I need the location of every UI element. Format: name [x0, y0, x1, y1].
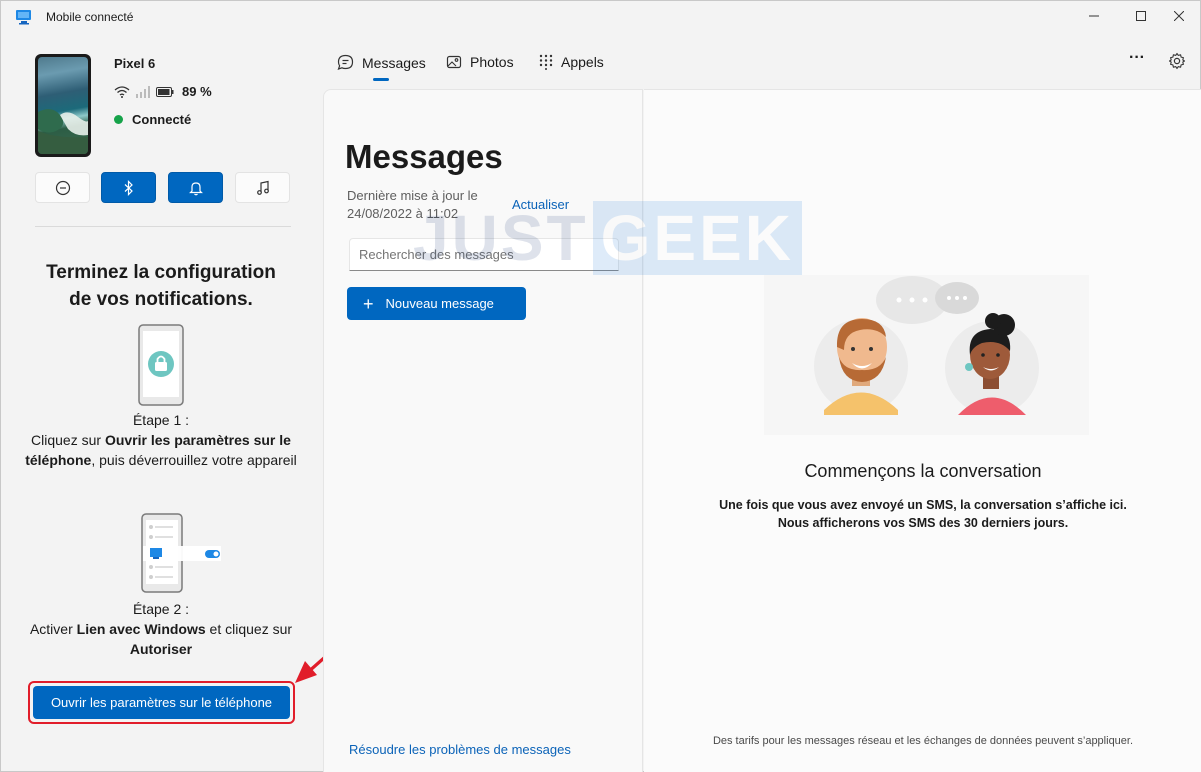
refresh-link[interactable]: Actualiser [512, 197, 569, 212]
divider [35, 226, 291, 227]
step2-prefix: Activer [29, 621, 77, 637]
settings-button[interactable] [1168, 52, 1186, 70]
conversation-line2: Nous afficherons vos SMS des 30 derniers… [777, 516, 1069, 530]
open-phone-settings-button[interactable]: Ouvrir les paramètres sur le téléphone [33, 686, 290, 719]
new-message-label: Nouveau message [385, 296, 494, 311]
device-thumbnail[interactable] [35, 54, 91, 157]
minimize-icon [1089, 15, 1099, 17]
step1-text: Étape 1 : Cliquez sur Ouvrir les paramèt… [11, 410, 311, 470]
device-status-row: 89 % [114, 84, 212, 99]
tab-messages[interactable]: Messages [337, 54, 426, 71]
setup-title-line1: Terminez la configuration [46, 262, 276, 283]
tab-messages-label: Messages [362, 54, 426, 71]
connection-status: Connecté [114, 112, 191, 127]
bluetooth-icon [124, 179, 133, 196]
step2-text: Étape 2 : Activer Lien avec Windows et c… [11, 599, 311, 659]
status-dot [114, 115, 123, 124]
phone-link-icon [16, 10, 31, 25]
phone-link-toggle-illustration [141, 513, 221, 593]
troubleshoot-messages-link[interactable]: Résoudre les problèmes de messages [349, 742, 571, 757]
tab-photos[interactable]: Photos [446, 54, 514, 70]
battery-level: 89 % [182, 84, 212, 99]
chat-icon [337, 54, 354, 70]
phone-unlock-illustration [138, 324, 184, 406]
connection-label: Connecté [132, 112, 192, 127]
conversation-subtitle: Une fois que vous avez envoyé un SMS, la… [644, 496, 1201, 532]
wallpaper-image [38, 57, 88, 154]
bluetooth-button[interactable] [101, 172, 156, 203]
gear-icon [1168, 52, 1186, 70]
do-not-disturb-button[interactable] [35, 172, 90, 203]
signal-icon [136, 85, 150, 98]
last-update-line2: 24/08/2022 à 11:02 [347, 206, 459, 221]
battery-icon [156, 86, 174, 97]
new-message-button[interactable]: + Nouveau message [347, 287, 526, 320]
close-button[interactable] [1156, 1, 1201, 31]
step1-suffix: , puis déverrouillez votre appareil [91, 452, 297, 468]
window-title: Mobile connecté [46, 10, 134, 24]
close-icon [1174, 11, 1184, 21]
more-options-button[interactable]: ··· [1129, 49, 1145, 67]
active-tab-indicator [373, 78, 389, 81]
step2-bold-allow: Autoriser [129, 641, 193, 657]
step1-label: Étape 1 : [132, 412, 190, 428]
photo-icon [446, 55, 462, 69]
conversation-panel: Commençons la conversation Une fois que … [644, 89, 1201, 772]
conversation-title: Commençons la conversation [804, 461, 1042, 481]
setup-title: Terminez la configuration de vos notific… [21, 259, 301, 313]
setup-title-line2: de vos notifications. [69, 289, 253, 310]
step2-label: Étape 2 : [132, 601, 190, 617]
search-messages-input[interactable] [349, 238, 619, 271]
step1-instruction: Cliquez sur Ouvrir les paramètres sur le… [11, 430, 311, 470]
tab-calls[interactable]: Appels [539, 54, 604, 70]
highlight-frame: Ouvrir les paramètres sur le téléphone [28, 681, 295, 724]
dialpad-icon [539, 54, 553, 70]
last-update: Dernière mise à jour le 24/08/2022 à 11:… [347, 187, 507, 223]
wifi-icon [114, 85, 130, 98]
top-nav: Messages Photos Appels ··· [323, 33, 1201, 89]
messages-panel: Messages Dernière mise à jour le 24/08/2… [323, 89, 643, 772]
data-charges-note: Des tarifs pour les messages réseau et l… [712, 735, 1134, 747]
messages-title: Messages [345, 138, 503, 175]
music-icon [256, 180, 269, 195]
step2-bold-link: Lien avec Windows [76, 621, 206, 637]
tab-calls-label: Appels [561, 54, 604, 70]
tab-photos-label: Photos [470, 54, 514, 70]
bell-icon [188, 181, 203, 195]
app-window: Mobile connecté Pixel 6 89 % Connecté Te… [0, 0, 1201, 772]
minus-circle-icon [55, 180, 70, 195]
media-button[interactable] [235, 172, 290, 203]
maximize-icon [1136, 11, 1146, 21]
last-update-line1: Dernière mise à jour le [347, 188, 478, 203]
conversation-line1: Une fois que vous avez envoyé un SMS, la… [719, 498, 1127, 512]
step1-prefix: Cliquez sur [31, 432, 105, 448]
notifications-button[interactable] [168, 172, 223, 203]
minimize-button[interactable] [1071, 1, 1117, 31]
quick-actions [35, 172, 291, 204]
device-name: Pixel 6 [114, 56, 156, 71]
conversation-illustration [764, 275, 1089, 435]
plus-icon: + [363, 293, 374, 314]
step2-mid: et cliquez sur [205, 621, 293, 637]
device-panel: Pixel 6 89 % Connecté Terminez la config… [1, 33, 322, 772]
title-bar: Mobile connecté [1, 1, 1200, 33]
step2-instruction: Activer Lien avec Windows et cliquez sur… [11, 619, 311, 659]
